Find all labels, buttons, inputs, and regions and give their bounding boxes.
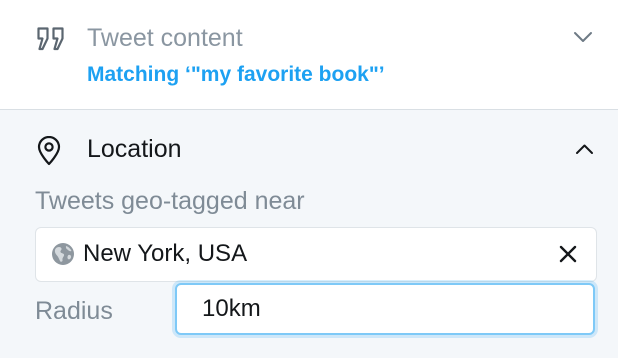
location-section-header[interactable]: Location xyxy=(0,110,618,186)
radius-label: Radius xyxy=(35,297,113,325)
map-pin-icon xyxy=(37,136,61,166)
location-title: Location xyxy=(87,135,182,163)
close-icon[interactable] xyxy=(558,244,578,264)
geo-tagged-label: Tweets geo-tagged near xyxy=(35,187,305,215)
tweet-content-title: Tweet content xyxy=(87,24,243,52)
location-value: New York, USA xyxy=(83,240,248,267)
location-section: Location Tweets geo-tagged near New York… xyxy=(0,110,618,358)
quote-icon xyxy=(37,27,64,51)
chevron-down-icon[interactable] xyxy=(573,31,593,44)
globe-icon xyxy=(52,243,74,265)
location-field[interactable]: New York, USA xyxy=(35,227,597,282)
tweet-content-section[interactable]: Tweet content Matching ‘"my favorite boo… xyxy=(0,0,618,110)
tweet-content-summary: Matching ‘"my favorite book"’ xyxy=(87,63,385,86)
chevron-up-icon[interactable] xyxy=(575,143,594,155)
radius-input[interactable] xyxy=(175,283,595,335)
